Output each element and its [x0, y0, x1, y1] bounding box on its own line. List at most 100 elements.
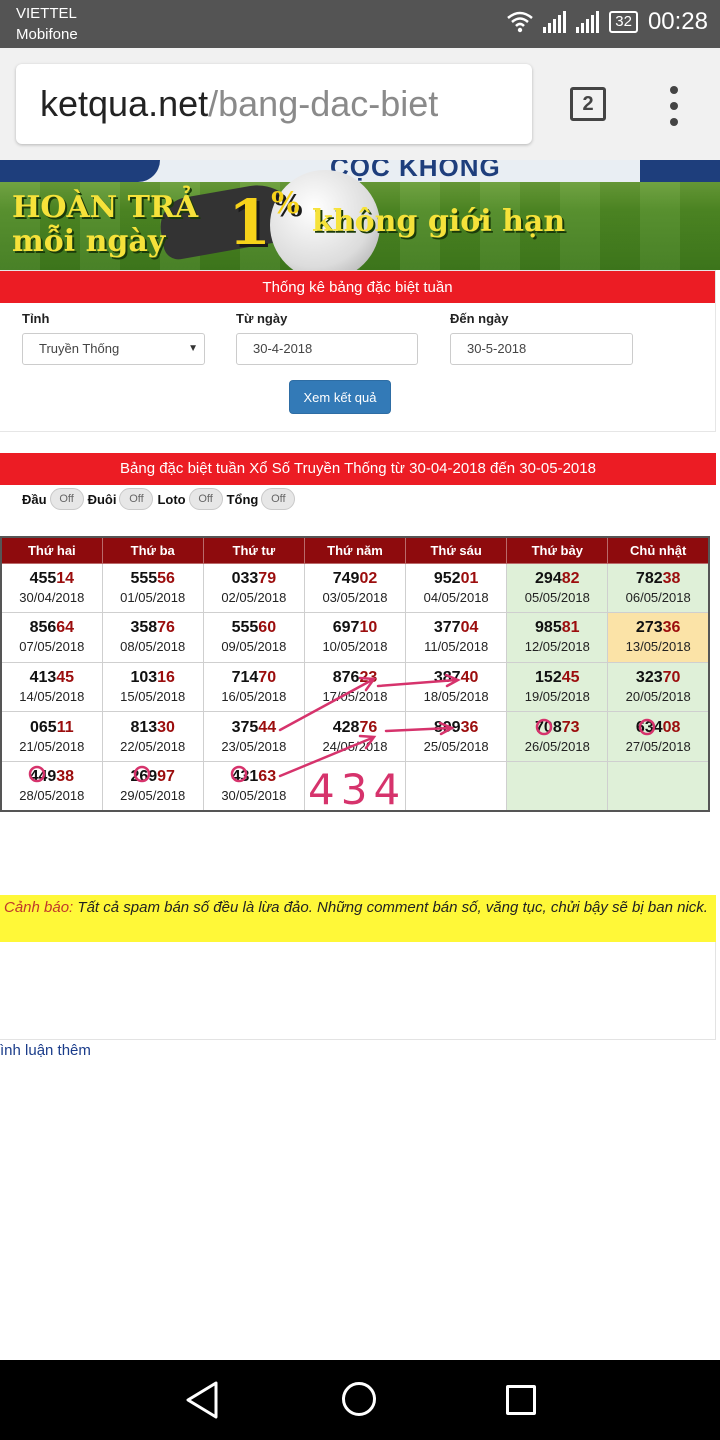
- province-label: Tỉnh: [22, 311, 50, 326]
- result-tail-digits: 11: [56, 718, 74, 736]
- result-tail-digits: 14: [56, 569, 75, 587]
- result-date: 29/05/2018: [120, 787, 186, 803]
- col-fri: Thứ sáu: [405, 536, 508, 564]
- result-number: 35876: [130, 619, 175, 637]
- result-cell: 06511 21/05/2018: [0, 711, 103, 762]
- result-date: 12/05/2018: [524, 639, 590, 655]
- result-date: 07/05/2018: [19, 639, 85, 655]
- url-path: /bang-dac-biet: [208, 83, 439, 124]
- result-tail-digits: 38: [56, 767, 75, 785]
- home-icon[interactable]: [342, 1382, 376, 1416]
- toggle-dau[interactable]: Off: [49, 488, 84, 510]
- result-date: 02/05/2018: [221, 589, 287, 605]
- warning-label: Cảnh báo:: [4, 899, 74, 916]
- col-tue: Thứ ba: [101, 536, 204, 564]
- result-date: 10/05/2018: [322, 639, 388, 655]
- province-select[interactable]: Truyền Thống ▼: [22, 333, 205, 365]
- table-row: 06511 21/05/2018 81330 22/05/2018 37544 23/05…: [0, 711, 710, 762]
- filter-heading: Thống kê bảng đặc biệt tuần: [0, 271, 715, 303]
- result-date: 03/05/2018: [322, 589, 388, 605]
- result-tail-digits: 60: [258, 619, 277, 637]
- result-cell: 37704 11/05/2018: [405, 612, 508, 663]
- recent-apps-icon[interactable]: [506, 1385, 536, 1415]
- result-number: 89936: [433, 718, 479, 736]
- result-date: 21/05/2018: [19, 738, 85, 754]
- result-number: 69710: [332, 619, 378, 637]
- result-cell: [405, 760, 508, 812]
- result-tail-digits: 76: [157, 619, 175, 637]
- results-table: Thứ hai Thứ ba Thứ tư Thứ năm Thứ sáu Th…: [0, 536, 710, 812]
- filter-panel: Thống kê bảng đặc biệt tuần Tỉnh Từ ngày…: [0, 270, 716, 432]
- to-date-input[interactable]: 30-5-2018: [450, 333, 633, 365]
- more-menu-icon[interactable]: [664, 86, 684, 126]
- result-number: 06511: [30, 718, 74, 736]
- result-cell: 42876 24/05/2018: [303, 711, 407, 762]
- result-number: 41345: [29, 668, 75, 686]
- result-number: 87623: [332, 668, 378, 686]
- result-number: 78238: [635, 569, 681, 587]
- view-results-button[interactable]: Xem kết quả: [289, 380, 391, 414]
- result-date: 27/05/2018: [625, 738, 691, 754]
- result-cell: 41345 14/05/2018: [0, 661, 103, 713]
- result-date: 22/05/2018: [120, 738, 186, 754]
- result-number: 45514: [29, 569, 75, 587]
- result-tail-digits: 56: [157, 569, 175, 587]
- result-tail-digits: 81: [561, 619, 580, 637]
- result-date: 23/05/2018: [221, 738, 287, 754]
- result-date: 17/05/2018: [322, 688, 388, 704]
- promo-banner[interactable]: CỌC KHÔNG HOÀN TRẢ mỗi ngày 1% không giớ…: [0, 160, 720, 270]
- result-number: 38740: [433, 668, 479, 686]
- result-number: 63408: [635, 718, 681, 736]
- result-cell: 89936 25/05/2018: [405, 711, 508, 762]
- carrier-primary: VIETTEL: [16, 5, 77, 22]
- result-date: 15/05/2018: [120, 688, 186, 704]
- toggle-label-loto: Loto: [157, 491, 186, 507]
- result-cell: 55556 01/05/2018: [101, 562, 204, 614]
- banner-line-1: HOÀN TRẢ: [12, 190, 199, 225]
- result-tail-digits: 76: [359, 718, 378, 736]
- results-heading: Bảng đặc biệt tuần Xổ Số Truyền Thống từ…: [0, 453, 716, 485]
- back-icon[interactable]: [184, 1380, 220, 1420]
- result-date: 14/05/2018: [19, 688, 85, 704]
- result-date: 06/05/2018: [625, 589, 691, 605]
- result-cell: 81330 22/05/2018: [101, 711, 204, 762]
- result-tail-digits: 23: [359, 668, 378, 686]
- result-cell: 85664 07/05/2018: [0, 612, 103, 663]
- result-cell: [506, 760, 609, 812]
- screen: VIETTEL Mobifone 32 00:28 ketqua.net/ban…: [0, 0, 720, 1440]
- wifi-icon: [507, 11, 534, 33]
- signal-1-icon: [543, 11, 567, 33]
- province-value: Truyền Thống: [39, 341, 120, 356]
- result-cell: 27336 13/05/2018: [607, 612, 710, 663]
- result-number: 32370: [635, 668, 681, 686]
- result-date: 08/05/2018: [120, 639, 186, 655]
- toggle-tong[interactable]: Off: [261, 488, 296, 510]
- result-date: 26/05/2018: [524, 738, 590, 754]
- from-date-label: Từ ngày: [236, 311, 288, 326]
- result-cell: 03379 02/05/2018: [202, 562, 305, 614]
- result-number: 71470: [231, 668, 277, 686]
- result-tail-digits: 79: [258, 569, 277, 587]
- chevron-down-icon: ▼: [188, 343, 198, 354]
- result-number: 27336: [635, 619, 681, 637]
- result-number: 29482: [535, 569, 580, 587]
- result-date: 19/05/2018: [524, 688, 590, 704]
- result-cell: 26997 29/05/2018: [101, 760, 204, 812]
- toggle-loto[interactable]: Off: [188, 488, 223, 510]
- result-date: 09/05/2018: [221, 639, 287, 655]
- tab-switcher-button[interactable]: 2: [570, 87, 606, 121]
- table-header-row: Thứ hai Thứ ba Thứ tư Thứ năm Thứ sáu Th…: [0, 536, 710, 564]
- spam-warning: Cảnh báo: Tất cả spam bán số đều là lừa …: [0, 895, 716, 942]
- result-number: 74902: [332, 569, 378, 587]
- result-tail-digits: 38: [662, 569, 681, 587]
- result-tail-digits: 36: [662, 619, 681, 637]
- result-number: 42876: [332, 718, 378, 736]
- comment-area[interactable]: [0, 942, 716, 1040]
- toggle-duoi[interactable]: Off: [119, 488, 154, 510]
- address-bar[interactable]: ketqua.net/bang-dac-biet: [16, 64, 532, 144]
- warning-text: Tất cả spam bán số đều là lừa đảo. Những…: [77, 899, 708, 916]
- result-cell: 69710 10/05/2018: [303, 612, 407, 663]
- from-date-input[interactable]: 30-4-2018: [236, 333, 418, 365]
- more-comments-link[interactable]: ình luận thêm: [0, 1042, 91, 1059]
- table-row: 41345 14/05/2018 10316 15/05/2018 71470 16/05…: [0, 661, 710, 713]
